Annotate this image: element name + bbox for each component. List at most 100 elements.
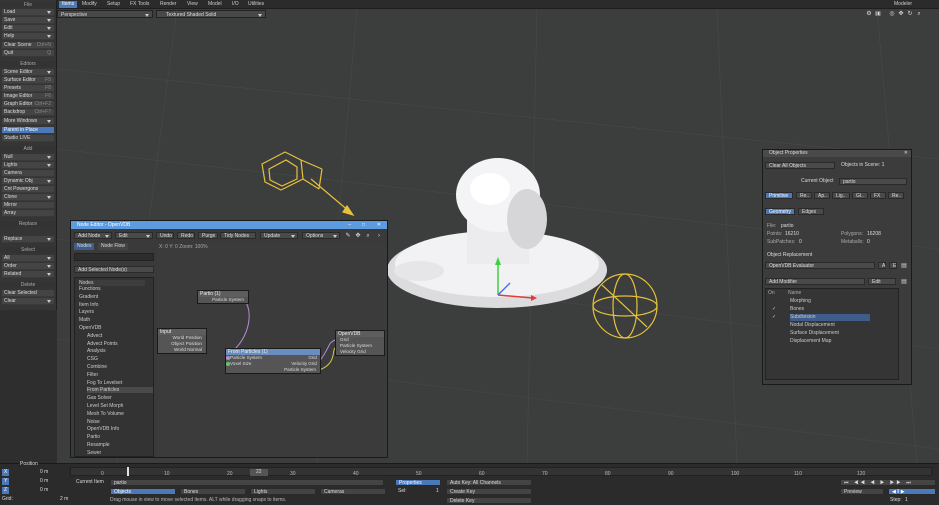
replacement-e-button[interactable]: E — [889, 262, 897, 269]
node-tree-item[interactable]: CSG — [87, 356, 153, 362]
clear-all-objects-button[interactable]: Clear All Objects — [765, 162, 835, 169]
tab-appearance[interactable]: Ap.. — [814, 192, 830, 199]
presets-button[interactable]: Presets F8 — [2, 85, 54, 92]
tab-render[interactable]: Render — [157, 1, 179, 8]
mirror-button[interactable]: Mirror — [2, 202, 54, 209]
object-properties-panel[interactable]: Object Properties ✕ Clear All Objects Obj… — [762, 149, 912, 385]
undo-button[interactable]: Undo — [156, 232, 174, 239]
zoom-icon[interactable]: ⌕ — [365, 233, 371, 239]
port-world-normal[interactable]: World Normal — [158, 347, 206, 353]
node-tree-item[interactable]: Layers — [79, 309, 145, 315]
cameras-button[interactable]: Cameras — [320, 488, 386, 495]
node-tree-item[interactable]: Item Info — [79, 302, 145, 308]
node-input[interactable]: Input World Position Object Position Wor… — [157, 328, 207, 354]
delete-key-button[interactable]: Delete Key — [446, 497, 532, 504]
modifier-edit-select[interactable]: Edit — [868, 278, 896, 285]
properties-button[interactable]: Properties — [395, 479, 441, 486]
node-search-input[interactable] — [74, 253, 154, 261]
replace-menu[interactable]: Replace — [2, 236, 54, 243]
playback-controls[interactable]: ⏮ ◀◀ ◀ ▶ ▶▶ ⏭ — [840, 479, 936, 486]
purge-button[interactable]: Purge — [198, 232, 218, 239]
tab-setup[interactable]: Setup — [104, 1, 123, 8]
tab-node-flow[interactable]: Node Flow — [98, 243, 128, 250]
node-from-particles[interactable]: From Particles (1) Particle System Grid V… — [225, 348, 321, 374]
y-axis-button[interactable]: Y — [2, 478, 10, 485]
bones-button[interactable]: Bones — [180, 488, 246, 495]
add-node-menu[interactable]: Add Node — [74, 232, 112, 239]
subtab-edges[interactable]: Edges — [798, 208, 824, 215]
image-editor-button[interactable]: Image Editor F6 — [2, 93, 54, 100]
properties-close-icon[interactable]: ✕ — [904, 150, 908, 157]
eyedropper-icon[interactable]: ✎ — [345, 233, 351, 239]
current-object-select[interactable]: partio — [839, 178, 907, 185]
tidy-nodes-button[interactable]: Tidy Nodes — [220, 232, 256, 239]
modifier-name[interactable]: Subdivision — [790, 314, 870, 321]
node-tree-item[interactable]: Functions — [79, 286, 145, 292]
current-frame-field[interactable]: 22 — [250, 469, 268, 476]
lights-menu[interactable]: Lights — [2, 162, 54, 169]
clear-scene-button[interactable]: Clear Scene Ctrl+N — [2, 42, 54, 49]
modifier-name[interactable]: Surface Displacement — [790, 330, 920, 337]
update-menu[interactable]: Update — [260, 232, 298, 239]
z-value-field[interactable]: 0 m — [40, 487, 48, 494]
array-button[interactable]: Array — [2, 210, 54, 217]
tab-global[interactable]: Gl.. — [852, 192, 868, 199]
node-editor-titlebar[interactable]: Node Editor - OpenVDB – □ ✕ — [71, 221, 387, 229]
tab-view[interactable]: View — [184, 1, 201, 8]
node-tree-item[interactable]: OpenVDB Info — [87, 426, 153, 432]
node-tree-item[interactable]: Partio — [87, 434, 153, 440]
node-tree-item[interactable]: From Particles — [87, 387, 153, 394]
node-editor-window[interactable]: Node Editor - OpenVDB – □ ✕ Add Node Edi… — [70, 220, 388, 458]
clear-menu[interactable]: Clear — [2, 298, 54, 305]
graph-editor-button[interactable]: Graph Editor Ctrl+F2 — [2, 101, 54, 108]
tab-fx-tools[interactable]: FX Tools — [127, 1, 152, 8]
related-menu[interactable]: Related — [2, 271, 54, 278]
studio-live-button[interactable]: Studio LIVE — [2, 135, 54, 142]
node-tree-item[interactable]: Sewer — [87, 450, 153, 456]
node-tree-item[interactable]: Level Set Morph — [87, 403, 153, 409]
modeler-switch[interactable]: Modeler — [891, 1, 915, 8]
clear-selected-button[interactable]: Clear Selected — [2, 290, 54, 297]
preview-select[interactable]: Preview — [840, 488, 884, 495]
tab-render[interactable]: Re.. — [796, 192, 812, 199]
modifier-name[interactable]: Displacement Map — [790, 338, 920, 345]
tab-fx[interactable]: FX — [870, 192, 886, 199]
tab-lights[interactable]: Lig.. — [832, 192, 850, 199]
port-fp-particle-out[interactable]: Particle System — [226, 367, 320, 373]
tab-modify[interactable]: Modify — [79, 1, 100, 8]
y-value-field[interactable]: 0 m — [40, 478, 48, 485]
expand-icon[interactable]: › — [376, 233, 382, 239]
options-menu[interactable]: Options — [302, 232, 340, 239]
node-partio[interactable]: Partio (1) Particle System — [197, 290, 249, 304]
node-tree-item[interactable]: Noise — [87, 419, 153, 425]
node-tree-item[interactable]: Gas Solver — [87, 395, 153, 401]
node-tree-item[interactable]: OpenVDB — [79, 325, 145, 331]
node-tree-item[interactable]: Advect — [87, 333, 153, 339]
x-axis-button[interactable]: X — [2, 469, 10, 476]
node-openvdb[interactable]: OpenVDB Grid Particle System Velocity Gr… — [335, 330, 385, 356]
edit-menu[interactable]: Edit — [2, 25, 54, 32]
dynamic-obj-menu[interactable]: Dynamic Obj — [2, 178, 54, 185]
tab-io[interactable]: I/O — [229, 1, 242, 8]
node-tree-item[interactable]: Advect Points — [87, 341, 153, 347]
properties-titlebar[interactable]: Object Properties ✕ — [763, 150, 911, 157]
port-particle-system[interactable]: Particle System — [198, 297, 248, 303]
null-button[interactable]: Null — [2, 154, 54, 161]
port-ov-velocity-grid[interactable]: Velocity Grid — [336, 349, 384, 355]
more-windows-menu[interactable]: More Windows — [2, 118, 54, 125]
auto-key-select[interactable]: Auto Key: All Channels — [446, 479, 532, 486]
play-controls[interactable]: ◀ ‖ ▶ — [888, 488, 936, 495]
load-menu[interactable]: Load — [2, 9, 54, 16]
time-slider-handle[interactable] — [127, 467, 129, 476]
close-icon[interactable]: ✕ — [377, 221, 381, 229]
create-key-button[interactable]: Create Key — [446, 488, 532, 495]
cnt-powergons-button[interactable]: Cnt Powergons — [2, 186, 54, 193]
objects-button[interactable]: Objects — [110, 488, 176, 495]
order-menu[interactable]: Order — [2, 263, 54, 270]
quit-button[interactable]: Quit Q — [2, 50, 54, 57]
node-tree-item[interactable]: Math — [79, 317, 145, 323]
maximize-icon[interactable]: □ — [362, 221, 365, 229]
node-tree-item[interactable]: Analysis — [87, 348, 153, 354]
subtab-geometry[interactable]: Geometry — [765, 208, 795, 215]
save-menu[interactable]: Save — [2, 17, 54, 24]
